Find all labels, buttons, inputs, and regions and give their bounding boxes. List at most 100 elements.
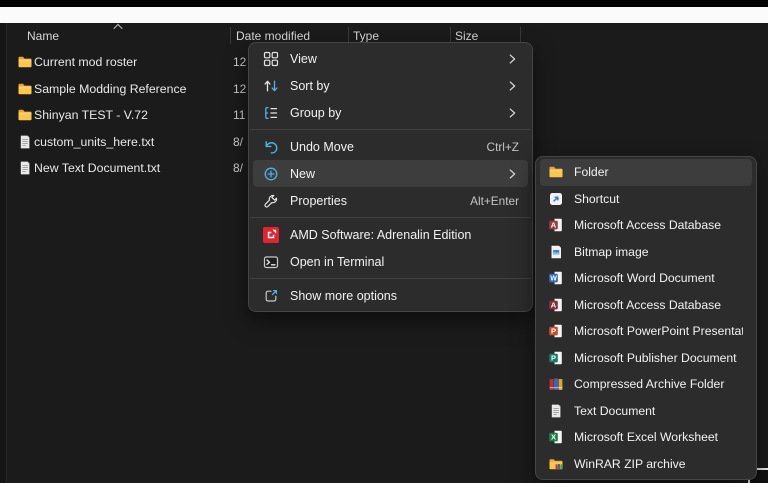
- submenu-item-text-document[interactable]: Text Document: [540, 398, 752, 425]
- submenu-item-publisher-document[interactable]: P Microsoft Publisher Document: [540, 345, 752, 372]
- svg-text:A: A: [551, 221, 557, 230]
- show-more-icon: [263, 288, 279, 304]
- powerpoint-icon: P: [548, 323, 564, 339]
- file-date-partial: 12: [233, 76, 246, 103]
- menu-divider: [250, 129, 531, 130]
- view-icon: [263, 51, 279, 67]
- menu-item-label: Show more options: [290, 289, 519, 303]
- submenu-item-label: Microsoft Excel Worksheet: [574, 430, 743, 444]
- svg-text:W: W: [550, 276, 557, 283]
- wrench-icon: [263, 193, 279, 209]
- menu-item-view[interactable]: View: [253, 45, 528, 72]
- folder-icon: [17, 81, 33, 97]
- menu-item-show-more-options[interactable]: Show more options: [253, 282, 528, 309]
- menu-item-label: AMD Software: Adrenalin Edition: [290, 228, 519, 242]
- submenu-item-compressed-archive[interactable]: Compressed Archive Folder: [540, 371, 752, 398]
- submenu-item-label: Microsoft Publisher Document: [574, 351, 743, 365]
- svg-text:P: P: [551, 353, 556, 362]
- column-separator[interactable]: [230, 27, 231, 44]
- menu-item-open-in-terminal[interactable]: Open in Terminal: [253, 248, 528, 275]
- new-plus-icon: [263, 166, 279, 182]
- top-black-bar: [0, 0, 768, 7]
- submenu-item-bitmap-image[interactable]: Bitmap image: [540, 239, 752, 266]
- folder-icon: [17, 107, 33, 123]
- menu-item-amd-software[interactable]: AMD Software: Adrenalin Edition: [253, 221, 528, 248]
- submenu-item-access-database-2[interactable]: A Microsoft Access Database: [540, 292, 752, 319]
- submenu-item-label: Microsoft PowerPoint Presentation: [574, 324, 743, 338]
- text-document-icon: [548, 403, 564, 419]
- access-icon: A: [548, 297, 564, 313]
- word-icon: W: [548, 270, 564, 286]
- sort-ascending-caret-icon[interactable]: [112, 22, 124, 31]
- shortcut-icon: [548, 191, 564, 207]
- file-name: Sample Modding Reference: [34, 76, 186, 103]
- context-menu: View Sort by Group by: [248, 42, 533, 312]
- menu-item-shortcut: Alt+Enter: [470, 194, 519, 208]
- desktop-screen: Name Date modified Type Size Current mod…: [0, 0, 768, 483]
- file-date-partial: 8/: [233, 155, 243, 182]
- submenu-item-access-database[interactable]: A Microsoft Access Database: [540, 212, 752, 239]
- submenu-item-label: Folder: [574, 165, 743, 179]
- excel-icon: X: [548, 429, 564, 445]
- menu-item-label: View: [290, 52, 494, 66]
- folder-icon: [548, 164, 564, 180]
- sort-icon: [263, 78, 279, 94]
- file-name: New Text Document.txt: [34, 155, 160, 182]
- submenu-item-word-document[interactable]: W Microsoft Word Document: [540, 265, 752, 292]
- submenu-item-label: Microsoft Access Database: [574, 218, 743, 232]
- menu-divider: [250, 278, 531, 279]
- submenu-item-label: Microsoft Access Database: [574, 298, 743, 312]
- submenu-item-label: Compressed Archive Folder: [574, 377, 743, 391]
- file-date-partial: 12: [233, 49, 246, 76]
- file-name: Shinyan TEST - V.72: [34, 102, 148, 129]
- column-header-name[interactable]: Name: [27, 28, 59, 44]
- svg-text:A: A: [551, 300, 557, 309]
- menu-item-label: New: [290, 167, 494, 181]
- winrar-books-icon: [548, 376, 564, 392]
- submenu-item-winrar-zip[interactable]: WinRAR ZIP archive: [540, 451, 752, 478]
- chevron-right-icon: [505, 167, 519, 181]
- zip-folder-icon: [548, 456, 564, 472]
- new-submenu: Folder Shortcut A Microsoft Access Datab…: [535, 156, 757, 480]
- file-date-partial: 8/: [233, 129, 243, 156]
- file-name: custom_units_here.txt: [34, 129, 154, 156]
- submenu-item-label: Bitmap image: [574, 245, 743, 259]
- text-file-icon: [17, 134, 33, 150]
- svg-text:P: P: [551, 327, 556, 336]
- menu-item-label: Properties: [290, 194, 459, 208]
- menu-item-label: Undo Move: [290, 140, 476, 154]
- submenu-item-folder[interactable]: Folder: [540, 159, 752, 186]
- menu-item-shortcut: Ctrl+Z: [487, 140, 519, 154]
- menu-item-label: Open in Terminal: [290, 255, 519, 269]
- submenu-item-powerpoint-presentation[interactable]: P Microsoft PowerPoint Presentation: [540, 318, 752, 345]
- amd-adrenalin-icon: [263, 227, 279, 243]
- chevron-right-icon: [505, 79, 519, 93]
- menu-item-sort-by[interactable]: Sort by: [253, 72, 528, 99]
- menu-item-undo-move[interactable]: Undo Move Ctrl+Z: [253, 133, 528, 160]
- menu-item-new[interactable]: New: [253, 160, 528, 187]
- svg-text:X: X: [551, 433, 556, 442]
- chevron-right-icon: [505, 106, 519, 120]
- menu-item-properties[interactable]: Properties Alt+Enter: [253, 187, 528, 214]
- publisher-icon: P: [548, 350, 564, 366]
- submenu-item-shortcut[interactable]: Shortcut: [540, 186, 752, 213]
- file-name: Current mod roster: [34, 49, 137, 76]
- submenu-item-label: Text Document: [574, 404, 743, 418]
- submenu-item-label: Shortcut: [574, 192, 743, 206]
- group-icon: [263, 105, 279, 121]
- chevron-right-icon: [505, 52, 519, 66]
- access-icon: A: [548, 217, 564, 233]
- folder-icon: [17, 54, 33, 70]
- menu-item-group-by[interactable]: Group by: [253, 99, 528, 126]
- menu-item-label: Group by: [290, 106, 494, 120]
- submenu-item-excel-worksheet[interactable]: X Microsoft Excel Worksheet: [540, 424, 752, 451]
- bitmap-icon: [548, 244, 564, 260]
- terminal-icon: [263, 254, 279, 270]
- menu-item-label: Sort by: [290, 79, 494, 93]
- submenu-item-label: Microsoft Word Document: [574, 271, 743, 285]
- menu-divider: [250, 217, 531, 218]
- submenu-item-label: WinRAR ZIP archive: [574, 457, 743, 471]
- file-date-partial: 11: [233, 102, 245, 129]
- undo-icon: [263, 139, 279, 155]
- text-file-icon: [17, 160, 33, 176]
